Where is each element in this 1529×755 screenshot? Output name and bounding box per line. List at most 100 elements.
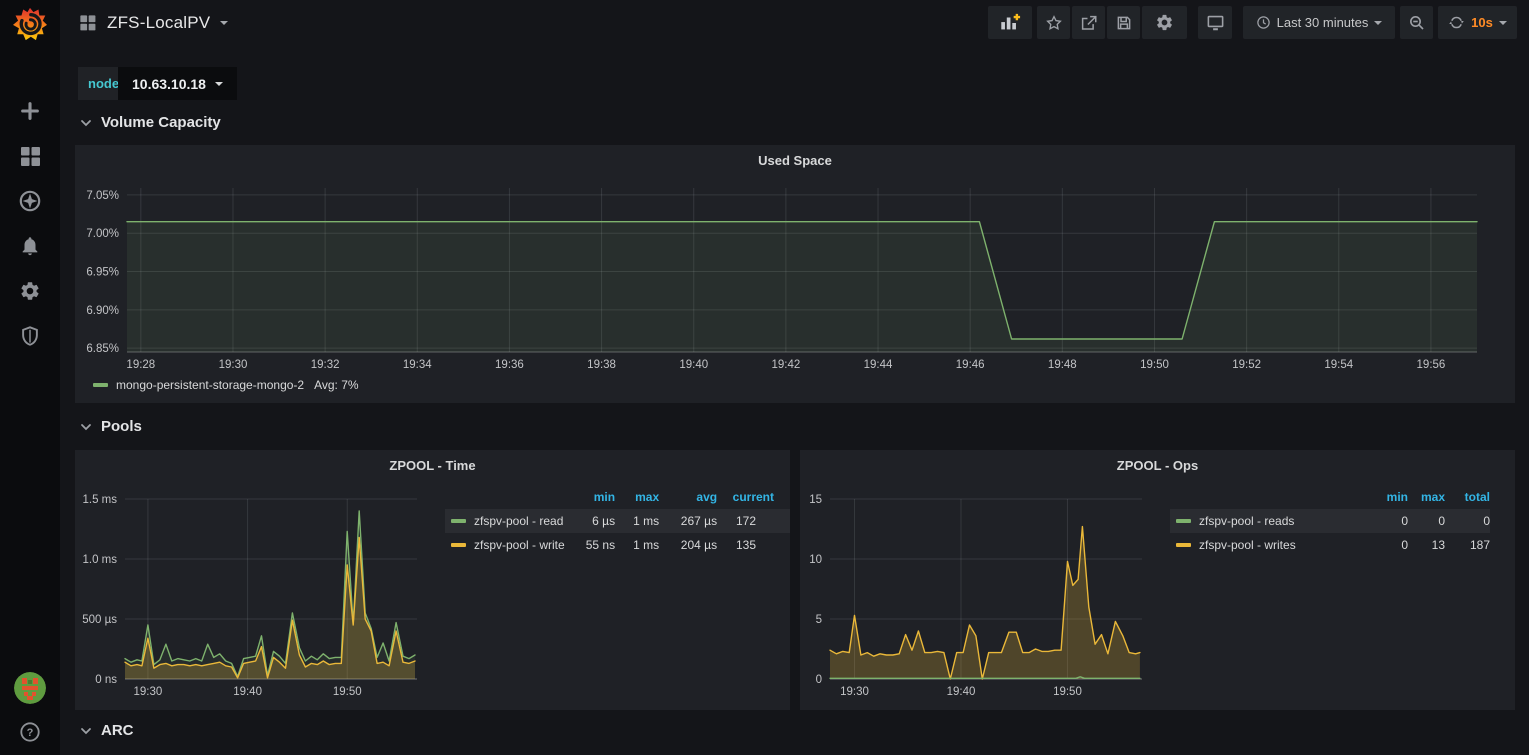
zoom-out-icon [1408, 14, 1426, 32]
panel-title[interactable]: ZPOOL - Time [75, 458, 790, 473]
dashboard-title-dropdown[interactable]: ZFS-LocalPV [78, 0, 228, 45]
section-pools[interactable]: Pools [80, 418, 142, 435]
stat-current: 172 [717, 509, 790, 533]
star-button[interactable] [1037, 6, 1070, 39]
grafana-logo-icon[interactable] [13, 6, 47, 42]
col-max[interactable]: max [1408, 488, 1445, 509]
save-icon [1115, 14, 1133, 32]
clock-icon [1256, 15, 1271, 30]
section-title: ARC [101, 722, 134, 739]
help-icon[interactable]: ? [19, 721, 41, 743]
svg-text:7.05%: 7.05% [86, 190, 119, 202]
legend-row-writes: zfspv-pool - writes 0 13 187 [1170, 533, 1490, 557]
series-marker [93, 383, 108, 387]
panel-title[interactable]: ZPOOL - Ops [800, 458, 1515, 473]
time-range-label: Last 30 minutes [1277, 15, 1369, 30]
chevron-down-icon [80, 421, 92, 433]
svg-text:10: 10 [809, 554, 822, 566]
stat-avg: 267 µs [659, 509, 717, 533]
section-arc[interactable]: ARC [80, 722, 134, 739]
svg-text:19:38: 19:38 [587, 359, 616, 371]
panel-zpool-time: ZPOOL - Time 19:3019:4019:500 ns500 µs1.… [75, 450, 790, 710]
configuration-gear-icon[interactable] [18, 279, 42, 303]
col-max[interactable]: max [615, 488, 659, 509]
dashboards-icon[interactable] [18, 144, 42, 168]
stat-current: 135 [717, 533, 790, 557]
stat-total: 0 [1445, 509, 1490, 533]
panel-used-space: Used Space 19:2819:3019:3219:3419:3619:3… [75, 145, 1515, 403]
explore-compass-icon[interactable] [18, 189, 42, 213]
server-admin-shield-icon[interactable] [18, 324, 42, 348]
col-avg[interactable]: avg [659, 488, 717, 509]
svg-text:19:40: 19:40 [679, 359, 708, 371]
node-variable-dropdown[interactable]: 10.63.10.18 [118, 67, 237, 100]
refresh-icon [1448, 14, 1465, 31]
stat-min: 0 [1330, 533, 1408, 557]
sidebar: ? [0, 0, 60, 755]
svg-text:1.5 ms: 1.5 ms [82, 494, 117, 506]
stat-max: 13 [1408, 533, 1445, 557]
chevron-down-icon [80, 117, 92, 129]
col-min[interactable]: min [565, 488, 615, 509]
svg-text:19:30: 19:30 [219, 359, 248, 371]
stat-max: 0 [1408, 509, 1445, 533]
chevron-down-icon [220, 21, 228, 25]
svg-text:19:50: 19:50 [333, 686, 362, 698]
series-marker [1176, 543, 1191, 547]
svg-text:19:50: 19:50 [1053, 686, 1082, 698]
star-icon [1045, 14, 1063, 32]
series-name[interactable]: zfspv-pool - write [474, 538, 565, 552]
monitor-icon [1206, 13, 1225, 32]
settings-button[interactable] [1142, 6, 1187, 39]
series-marker [1176, 519, 1191, 523]
user-avatar[interactable] [14, 672, 46, 704]
panel-title[interactable]: Used Space [75, 153, 1515, 168]
section-volume-capacity[interactable]: Volume Capacity [80, 114, 221, 131]
legend-header-row: min max total [1170, 488, 1490, 509]
series-marker [451, 543, 466, 547]
svg-text:19:50: 19:50 [1140, 359, 1169, 371]
svg-text:19:28: 19:28 [126, 359, 155, 371]
legend-row-read: zfspv-pool - read 6 µs 1 ms 267 µs 172 [445, 509, 790, 533]
svg-text:19:48: 19:48 [1048, 359, 1077, 371]
dashboard-title: ZFS-LocalPV [107, 13, 210, 33]
chevron-down-icon [1374, 21, 1382, 25]
cycle-view-button[interactable] [1198, 6, 1232, 39]
svg-text:19:40: 19:40 [947, 686, 976, 698]
create-plus-icon[interactable] [18, 99, 42, 123]
used-space-graph[interactable]: 19:2819:3019:3219:3419:3619:3819:4019:42… [75, 145, 1515, 403]
svg-text:19:30: 19:30 [840, 686, 869, 698]
section-title: Volume Capacity [101, 114, 221, 131]
save-button[interactable] [1107, 6, 1140, 39]
used-space-legend: mongo-persistent-storage-mongo-2 Avg: 7% [93, 378, 359, 392]
node-variable-value: 10.63.10.18 [132, 76, 206, 92]
series-name[interactable]: zfspv-pool - reads [1199, 514, 1294, 528]
refresh-button[interactable]: 10s [1438, 6, 1517, 39]
svg-text:7.00%: 7.00% [86, 228, 119, 240]
gear-icon [1155, 13, 1174, 32]
share-icon [1080, 14, 1098, 32]
col-total[interactable]: total [1445, 488, 1490, 509]
main-area: ZFS-LocalPV [60, 0, 1529, 755]
time-range-picker[interactable]: Last 30 minutes [1243, 6, 1395, 39]
series-name[interactable]: zfspv-pool - writes [1199, 538, 1296, 552]
chevron-down-icon [80, 725, 92, 737]
stat-total: 187 [1445, 533, 1490, 557]
stat-min: 55 ns [565, 533, 615, 557]
svg-text:19:54: 19:54 [1324, 359, 1353, 371]
col-current[interactable]: current [717, 488, 790, 509]
stat-min: 0 [1330, 509, 1408, 533]
add-panel-button[interactable] [988, 6, 1032, 39]
series-name[interactable]: zfspv-pool - read [474, 514, 563, 528]
alerting-bell-icon[interactable] [18, 234, 42, 258]
svg-text:?: ? [27, 727, 34, 739]
legend-row-write: zfspv-pool - write 55 ns 1 ms 204 µs 135 [445, 533, 790, 557]
zoom-out-button[interactable] [1400, 6, 1433, 39]
share-button[interactable] [1072, 6, 1105, 39]
col-min[interactable]: min [1330, 488, 1408, 509]
chevron-down-icon [1499, 21, 1507, 25]
add-panel-icon [999, 12, 1021, 34]
series-name[interactable]: mongo-persistent-storage-mongo-2 [116, 378, 304, 392]
chevron-down-icon [215, 82, 223, 86]
refresh-interval-label: 10s [1471, 15, 1493, 30]
